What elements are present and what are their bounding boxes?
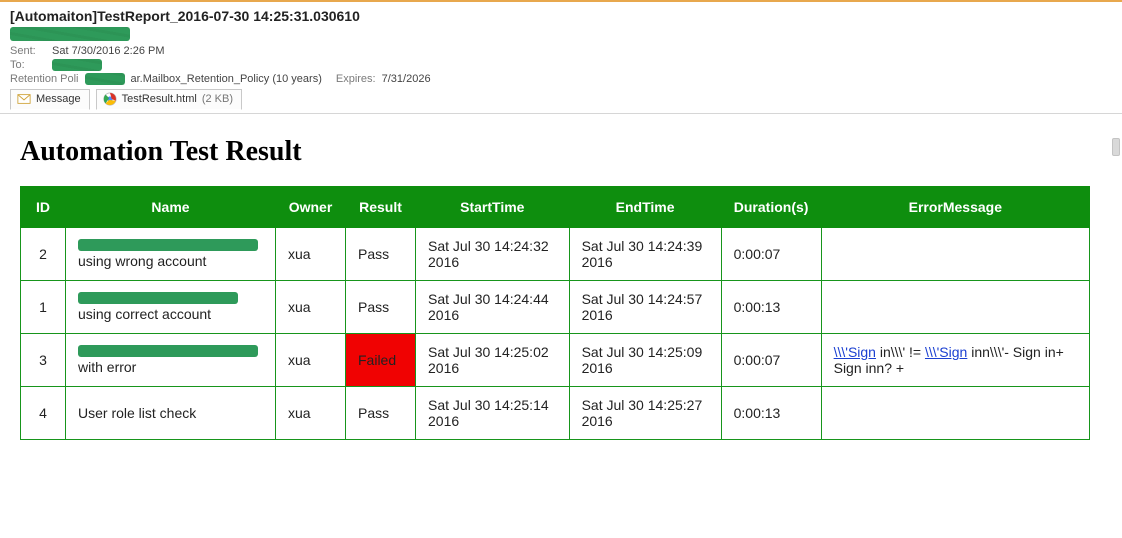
cell-id: 1: [21, 280, 66, 333]
cell-name: with error: [66, 333, 276, 386]
scrollbar-thumb[interactable]: [1112, 138, 1120, 156]
name-redacted: [78, 292, 238, 304]
table-header-row: ID Name Owner Result StartTime EndTime D…: [21, 186, 1090, 227]
name-suffix: using correct account: [78, 306, 211, 322]
error-text: in\\\' !=: [876, 344, 925, 360]
cell-start: Sat Jul 30 14:24:32 2016: [416, 227, 570, 280]
cell-owner: xua: [276, 280, 346, 333]
message-tab[interactable]: Message: [10, 89, 90, 110]
cell-end: Sat Jul 30 14:25:09 2016: [569, 333, 721, 386]
retention-label: Retention Poli: [10, 73, 79, 85]
attachment-size: (2 KB): [202, 93, 233, 105]
cell-end: Sat Jul 30 14:24:39 2016: [569, 227, 721, 280]
sent-label: Sent:: [10, 45, 46, 57]
sent-value: Sat 7/30/2016 2:26 PM: [52, 45, 165, 57]
error-link[interactable]: \\\'Sign: [834, 344, 876, 360]
message-tab-label: Message: [36, 93, 81, 105]
col-duration: Duration(s): [721, 186, 821, 227]
cell-end: Sat Jul 30 14:25:27 2016: [569, 386, 721, 439]
expires-value: 7/31/2026: [382, 73, 431, 85]
cell-name: User role list check: [66, 386, 276, 439]
cell-error: [821, 386, 1089, 439]
cell-result-failed: Failed: [346, 333, 416, 386]
cell-start: Sat Jul 30 14:24:44 2016: [416, 280, 570, 333]
cell-owner: xua: [276, 333, 346, 386]
table-row: 3 with error xua Failed Sat Jul 30 14:25…: [21, 333, 1090, 386]
name-redacted: [78, 345, 258, 357]
cell-duration: 0:00:07: [721, 333, 821, 386]
col-name: Name: [66, 186, 276, 227]
to-redacted: [52, 59, 102, 71]
expires-label: Expires:: [336, 73, 376, 85]
name-suffix: using wrong account: [78, 253, 206, 269]
attachment-filename: TestResult.html: [122, 93, 197, 105]
to-row: To:: [10, 59, 1112, 71]
cell-name: using correct account: [66, 280, 276, 333]
col-result: Result: [346, 186, 416, 227]
chrome-icon: [103, 92, 117, 106]
cell-result: Pass: [346, 386, 416, 439]
name-suffix: with error: [78, 359, 136, 375]
col-owner: Owner: [276, 186, 346, 227]
cell-owner: xua: [276, 386, 346, 439]
col-id: ID: [21, 186, 66, 227]
cell-end: Sat Jul 30 14:24:57 2016: [569, 280, 721, 333]
col-start: StartTime: [416, 186, 570, 227]
cell-result: Pass: [346, 280, 416, 333]
attachments-bar: Message TestResult.html (2 KB): [10, 89, 1112, 113]
cell-id: 4: [21, 386, 66, 439]
retention-redacted: [85, 73, 125, 85]
to-label: To:: [10, 59, 46, 71]
col-end: EndTime: [569, 186, 721, 227]
sent-row: Sent: Sat 7/30/2016 2:26 PM: [10, 45, 1112, 57]
error-link[interactable]: \\\'Sign: [925, 344, 967, 360]
name-redacted: [78, 239, 258, 251]
report-title: Automation Test Result: [20, 136, 1102, 168]
table-row: 1 using correct account xua Pass Sat Jul…: [21, 280, 1090, 333]
results-table: ID Name Owner Result StartTime EndTime D…: [20, 186, 1090, 440]
retention-value: ar.Mailbox_Retention_Policy (10 years): [131, 73, 322, 85]
cell-id: 2: [21, 227, 66, 280]
table-row: 2 using wrong account xua Pass Sat Jul 3…: [21, 227, 1090, 280]
name-suffix: User role list check: [78, 405, 196, 421]
email-body: Automation Test Result ID Name Owner Res…: [0, 114, 1122, 452]
cell-duration: 0:00:13: [721, 280, 821, 333]
col-error: ErrorMessage: [821, 186, 1089, 227]
retention-row: Retention Poli ar.Mailbox_Retention_Poli…: [10, 73, 1112, 85]
cell-start: Sat Jul 30 14:25:14 2016: [416, 386, 570, 439]
cell-error: [821, 280, 1089, 333]
cell-error: [821, 227, 1089, 280]
attachment-item[interactable]: TestResult.html (2 KB): [96, 89, 242, 110]
cell-duration: 0:00:07: [721, 227, 821, 280]
email-subject: [Automaiton]TestReport_2016-07-30 14:25:…: [10, 8, 1112, 24]
cell-result: Pass: [346, 227, 416, 280]
table-row: 4 User role list check xua Pass Sat Jul …: [21, 386, 1090, 439]
cell-start: Sat Jul 30 14:25:02 2016: [416, 333, 570, 386]
cell-error: \\\'Sign in\\\' != \\\'Sign inn\\\'- Sig…: [821, 333, 1089, 386]
email-header: [Automaiton]TestReport_2016-07-30 14:25:…: [0, 2, 1122, 114]
cell-owner: xua: [276, 227, 346, 280]
cell-id: 3: [21, 333, 66, 386]
cell-duration: 0:00:13: [721, 386, 821, 439]
from-redacted: [10, 27, 130, 41]
cell-name: using wrong account: [66, 227, 276, 280]
envelope-icon: [17, 92, 31, 106]
